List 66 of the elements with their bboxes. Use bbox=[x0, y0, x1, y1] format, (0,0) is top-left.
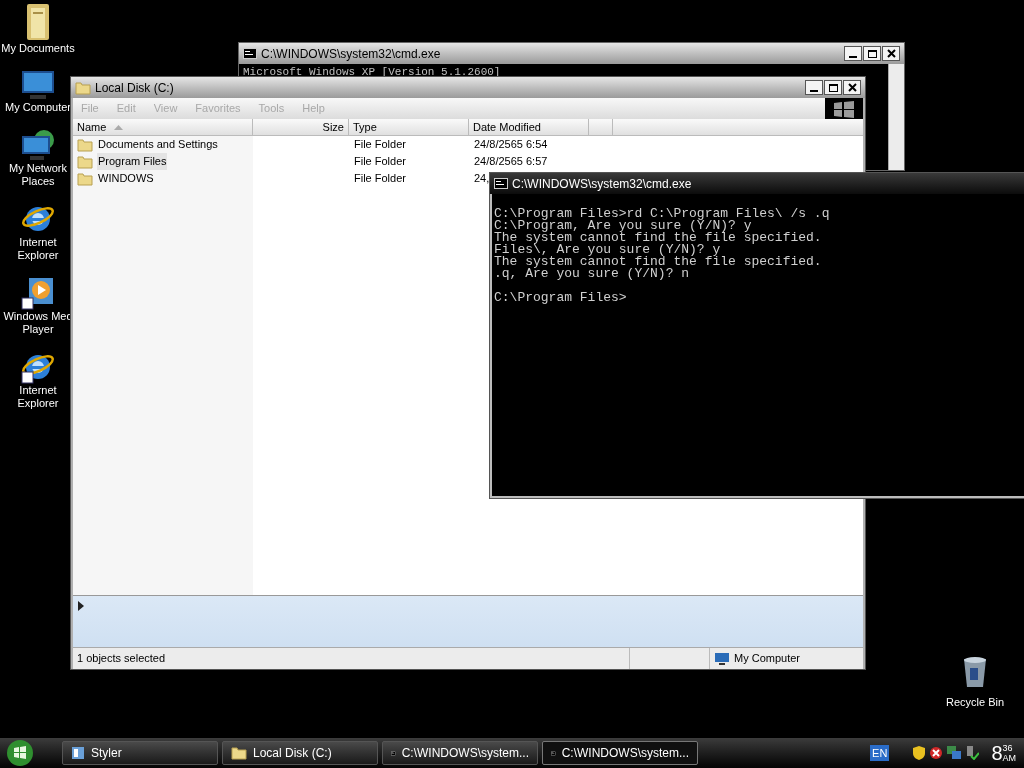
console-line: C:\Program Files>rd C:\Program Files\ /s .q bbox=[494, 208, 831, 220]
console-line: Microsoft Windows XP [Version 5.1.2600] bbox=[243, 66, 502, 78]
scrollbar[interactable] bbox=[888, 64, 904, 170]
taskbar-button[interactable]: Local Disk (C:) bbox=[222, 741, 378, 765]
console-line: C:\Program Files> bbox=[494, 292, 628, 304]
minimize-button[interactable] bbox=[844, 46, 862, 61]
window-title: C:\WINDOWS\system32\cmd.exe bbox=[512, 175, 692, 193]
language-indicator[interactable]: EN bbox=[870, 744, 890, 762]
minimize-icon bbox=[810, 90, 818, 92]
expand-arrow-icon[interactable] bbox=[78, 601, 84, 611]
maximize-button[interactable] bbox=[824, 80, 842, 95]
desktop-icon-label[interactable]: Internet Explorer bbox=[17, 236, 59, 262]
monitor-icon bbox=[714, 651, 730, 666]
status-text: My Computer bbox=[734, 651, 801, 667]
column-header[interactable]: Size bbox=[253, 119, 349, 135]
app-icon bbox=[71, 746, 85, 760]
desktop-icon-label[interactable]: My Documents bbox=[1, 42, 75, 55]
close-icon bbox=[886, 49, 896, 58]
desktop-icon-label[interactable]: My Computer bbox=[5, 101, 71, 114]
network-icon[interactable] bbox=[947, 746, 962, 760]
taskbar-button[interactable]: Styler bbox=[62, 741, 218, 765]
console-line: The system cannot find the file specified. bbox=[494, 256, 823, 268]
file-name[interactable]: Documents and Settings bbox=[97, 136, 219, 153]
file-name[interactable]: WINDOWS bbox=[97, 170, 155, 187]
safe-removal-icon[interactable] bbox=[965, 746, 980, 760]
network-icon bbox=[20, 128, 56, 162]
console-line: .q, Are you sure (Y/N)? n bbox=[494, 268, 691, 280]
close-button[interactable] bbox=[882, 46, 900, 61]
status-text: 1 objects selected bbox=[76, 651, 167, 667]
taskbar-button[interactable]: C:\WINDOWS\system... bbox=[542, 741, 698, 765]
file-name[interactable]: Program Files bbox=[97, 153, 168, 170]
maximize-icon bbox=[867, 49, 877, 58]
table-cell: 24, bbox=[474, 172, 490, 185]
maximize-button[interactable] bbox=[863, 46, 881, 61]
windows-logo-icon bbox=[833, 99, 855, 118]
trash-can-icon bbox=[962, 656, 988, 688]
desktop-icon-label[interactable]: Internet Explorer bbox=[17, 384, 59, 410]
window-title: C:\WINDOWS\system32\cmd.exe bbox=[261, 45, 441, 63]
window-title: Local Disk (C:) bbox=[95, 79, 174, 97]
table-cell: 24/8/2565 6:57 bbox=[474, 155, 548, 168]
sort-arrow-icon bbox=[114, 124, 124, 130]
taskbar-button[interactable]: C:\WINDOWS\system... bbox=[382, 741, 538, 765]
desktop-icon-label[interactable]: My Network Places bbox=[8, 162, 68, 188]
column-header[interactable]: Date Modified bbox=[469, 119, 589, 135]
table-cell: 24/8/2565 6:54 bbox=[474, 138, 548, 151]
drive-icon bbox=[75, 80, 91, 95]
blocked-icon[interactable] bbox=[929, 746, 944, 760]
drive-icon bbox=[231, 746, 247, 760]
media-player-icon bbox=[21, 276, 55, 310]
desktop-icon-label[interactable]: Recycle Bin bbox=[945, 694, 1005, 711]
close-icon bbox=[847, 83, 857, 92]
close-button[interactable] bbox=[843, 80, 861, 95]
maximize-icon bbox=[828, 83, 838, 92]
console-line: Files\, Are you sure (Y/N)? y bbox=[494, 244, 721, 256]
monitor-icon bbox=[20, 69, 56, 101]
table-cell-text: File Folder bbox=[353, 154, 407, 170]
table-cell-text: File Folder bbox=[353, 171, 407, 187]
table-cell-text: File Folder bbox=[353, 137, 407, 153]
console-line: The system cannot find the file specified. bbox=[494, 232, 823, 244]
column-header[interactable]: Name bbox=[73, 119, 253, 135]
windows-logo-icon bbox=[6, 739, 34, 767]
minimize-button[interactable] bbox=[805, 80, 823, 95]
shield-icon[interactable] bbox=[913, 746, 926, 760]
console-line: C:\Program, Are you sure (Y/N)? y bbox=[494, 220, 752, 232]
column-header[interactable]: Type bbox=[349, 119, 469, 135]
minimize-icon bbox=[849, 56, 857, 58]
